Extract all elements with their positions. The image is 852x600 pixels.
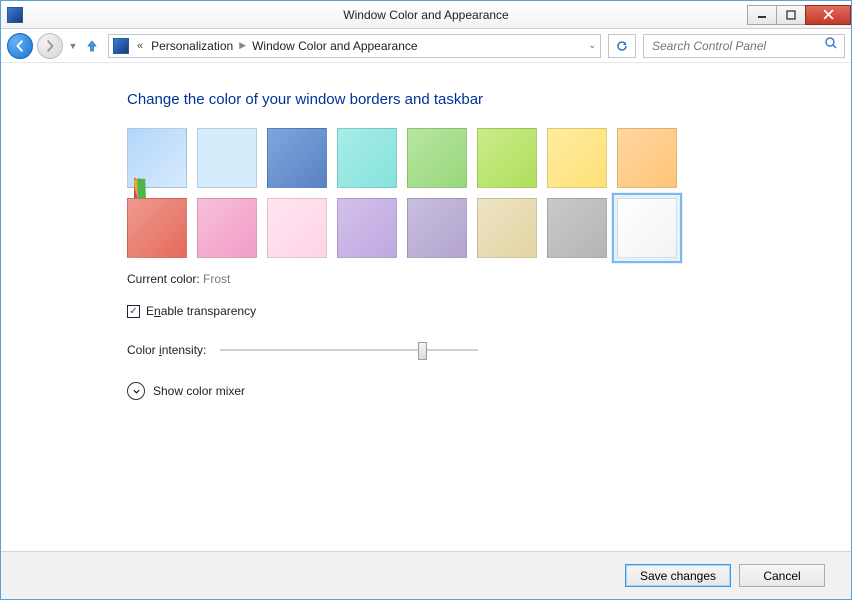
color-swatch-blush[interactable] xyxy=(267,198,327,258)
navigation-bar: ▼ « Personalization ▶ Window Color and A… xyxy=(1,29,851,63)
color-swatch-red[interactable] xyxy=(127,198,187,258)
color-swatch-frost[interactable] xyxy=(617,198,677,258)
transparency-checkbox[interactable]: ✓ xyxy=(127,305,140,318)
intensity-row: Color intensity: xyxy=(127,340,827,360)
breadcrumb-window-color[interactable]: Window Color and Appearance xyxy=(252,39,417,53)
breadcrumb-prefix: « xyxy=(133,40,147,52)
transparency-row: ✓ Enable transparency xyxy=(127,304,827,318)
app-icon xyxy=(7,7,23,23)
color-swatch-orange[interactable] xyxy=(617,128,677,188)
footer: Save changes Cancel xyxy=(1,551,851,599)
color-swatch-violet[interactable] xyxy=(407,198,467,258)
minimize-button[interactable] xyxy=(747,5,777,25)
color-swatch-blue[interactable] xyxy=(267,128,327,188)
refresh-button[interactable] xyxy=(608,34,636,58)
intensity-slider[interactable] xyxy=(220,340,478,360)
color-swatch-pink[interactable] xyxy=(197,198,257,258)
color-swatch-lime[interactable] xyxy=(477,128,537,188)
page-heading: Change the color of your window borders … xyxy=(127,91,827,108)
window-title: Window Color and Appearance xyxy=(343,8,508,22)
color-swatch-gray[interactable] xyxy=(547,198,607,258)
color-swatch-tan[interactable] xyxy=(477,198,537,258)
current-color-label: Current color: xyxy=(127,272,200,286)
color-swatch-custom[interactable] xyxy=(127,128,187,188)
save-button[interactable]: Save changes xyxy=(625,564,731,587)
transparency-label[interactable]: Enable transparency xyxy=(146,304,256,318)
close-button[interactable] xyxy=(805,5,851,25)
intensity-label: Color intensity: xyxy=(127,343,206,357)
breadcrumb-separator-icon: ▶ xyxy=(237,40,248,51)
history-dropdown[interactable]: ▼ xyxy=(67,34,79,58)
search-icon[interactable] xyxy=(824,36,838,55)
color-swatches xyxy=(127,128,727,258)
location-icon xyxy=(113,38,129,54)
search-input[interactable] xyxy=(650,38,824,54)
breadcrumb-personalization[interactable]: Personalization xyxy=(151,39,233,53)
window-controls xyxy=(748,5,851,25)
chevron-down-icon[interactable] xyxy=(127,382,145,400)
back-button[interactable] xyxy=(7,33,33,59)
slider-thumb[interactable] xyxy=(418,342,427,360)
color-swatch-teal[interactable] xyxy=(337,128,397,188)
color-mixer-label: Show color mixer xyxy=(153,384,245,398)
slider-track xyxy=(220,349,478,351)
cancel-button[interactable]: Cancel xyxy=(739,564,825,587)
content-area: Change the color of your window borders … xyxy=(1,63,851,551)
search-box[interactable] xyxy=(643,34,845,58)
forward-button[interactable] xyxy=(37,33,63,59)
up-button[interactable] xyxy=(83,37,101,55)
color-swatch-yellow[interactable] xyxy=(547,128,607,188)
titlebar[interactable]: Window Color and Appearance xyxy=(1,1,851,29)
color-swatch-sky[interactable] xyxy=(197,128,257,188)
current-color-row: Current color: Frost xyxy=(127,272,827,286)
address-dropdown-icon[interactable]: ⌄ xyxy=(588,40,596,51)
color-swatch-green[interactable] xyxy=(407,128,467,188)
color-mixer-row[interactable]: Show color mixer xyxy=(127,382,827,400)
window-frame: Window Color and Appearance ▼ « Personal… xyxy=(0,0,852,600)
maximize-button[interactable] xyxy=(776,5,806,25)
address-bar[interactable]: « Personalization ▶ Window Color and App… xyxy=(108,34,601,58)
color-swatch-purple[interactable] xyxy=(337,198,397,258)
current-color-value: Frost xyxy=(203,272,230,286)
